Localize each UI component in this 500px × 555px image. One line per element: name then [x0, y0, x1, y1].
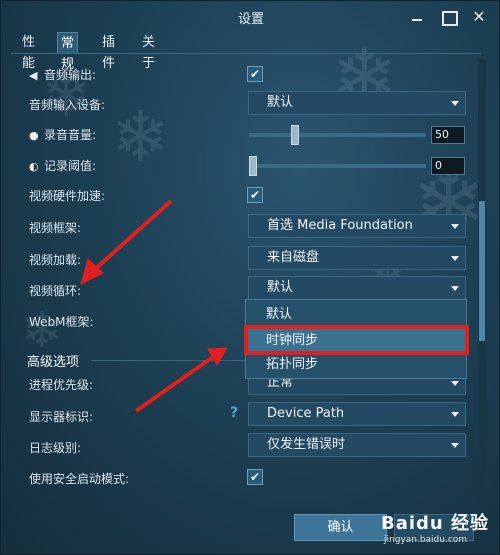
annotation-arrows — [80, 199, 228, 413]
arrow-line — [91, 199, 173, 273]
watermark-logo: Baidu 经验 — [381, 513, 490, 534]
arrow-line — [134, 355, 215, 413]
watermark-url: jingyan.baidu.com — [384, 535, 468, 545]
settings-window: ❄ ❄ ❄ ❄ ❄ ❄ 设置 ✕ 性能 常规 插件 关于 ◀音频输出: ✔ 音频… — [0, 0, 500, 555]
